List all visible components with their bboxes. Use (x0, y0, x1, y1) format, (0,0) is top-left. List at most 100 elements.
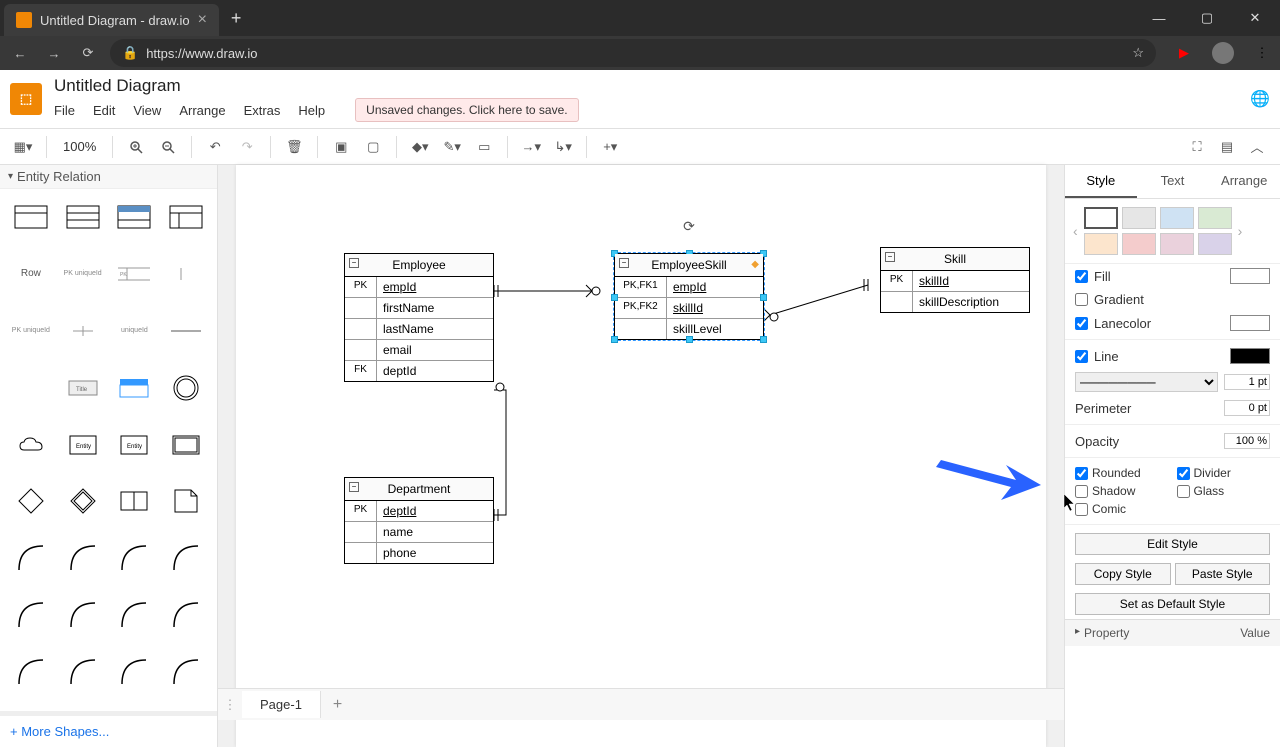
redo-icon[interactable]: ↷ (234, 134, 260, 160)
shape-conn-5[interactable] (8, 595, 54, 635)
format-panel-icon[interactable]: ▤ (1214, 134, 1240, 160)
close-tab-icon[interactable]: × (198, 11, 207, 29)
shape-line-1[interactable] (163, 311, 209, 351)
canvas-area[interactable]: −Employee PKempId firstName lastName ema… (218, 165, 1064, 747)
comic-checkbox[interactable] (1075, 503, 1088, 516)
swatch-1[interactable] (1122, 207, 1156, 229)
to-back-icon[interactable]: ▢ (360, 134, 386, 160)
collapse-icon[interactable]: − (349, 482, 359, 492)
property-value-header[interactable]: PropertyValue (1065, 619, 1280, 646)
browser-tab[interactable]: Untitled Diagram - draw.io × (4, 4, 219, 36)
fill-color[interactable] (1230, 268, 1270, 284)
shape-pk-row-2[interactable]: PK (112, 254, 158, 294)
new-tab-button[interactable]: + (219, 8, 254, 29)
rotate-handle-icon[interactable]: ⟳ (683, 218, 695, 235)
shape-diamond-2[interactable] (60, 481, 106, 521)
shape-conn-2[interactable] (60, 538, 106, 578)
delete-icon[interactable]: 🗑 (281, 134, 307, 160)
profile-avatar[interactable] (1212, 42, 1234, 64)
shape-pk-row[interactable]: PK uniqueId (60, 254, 106, 294)
divider-checkbox[interactable] (1177, 467, 1190, 480)
shape-conn-4[interactable] (163, 538, 209, 578)
swatch-prev-icon[interactable]: ‹ (1071, 223, 1080, 239)
table-employeeskill[interactable]: ⟳ −EmployeeSkill◆ PK,FK1empId PK,FK2skil… (614, 253, 764, 340)
fill-color-icon[interactable]: ◆▾ (407, 134, 433, 160)
collapse-icon[interactable]: − (349, 258, 359, 268)
perimeter-input[interactable] (1224, 400, 1270, 416)
swatch-6[interactable] (1160, 233, 1194, 255)
shape-row-5[interactable]: uniqueId (112, 311, 158, 351)
opacity-input[interactable] (1224, 433, 1270, 449)
edit-style-button[interactable]: Edit Style (1075, 533, 1270, 555)
shape-title-blue[interactable] (112, 368, 158, 408)
shadow-icon[interactable]: ▭ (471, 134, 497, 160)
line-width-input[interactable] (1224, 374, 1270, 390)
tab-arrange[interactable]: Arrange (1208, 165, 1280, 198)
shape-table-2[interactable] (60, 197, 106, 237)
page-tab-1[interactable]: Page-1 (242, 691, 321, 718)
swatch-next-icon[interactable]: › (1236, 223, 1245, 239)
shape-row-label[interactable]: Row (8, 254, 54, 294)
connection-icon[interactable]: →▾ (518, 134, 544, 160)
window-maximize-icon[interactable]: ▢ (1186, 2, 1228, 34)
shape-multi-1[interactable] (112, 481, 158, 521)
shape-empty-1[interactable] (8, 368, 54, 408)
star-icon[interactable]: ☆ (1132, 45, 1144, 61)
shape-table-3[interactable] (112, 197, 158, 237)
shape-conn-6[interactable] (60, 595, 106, 635)
swatch-7[interactable] (1198, 233, 1232, 255)
shape-conn-3[interactable] (112, 538, 158, 578)
add-page-button[interactable]: + (321, 696, 354, 714)
fill-checkbox[interactable] (1075, 270, 1088, 283)
undo-icon[interactable]: ↶ (202, 134, 228, 160)
shape-table-4[interactable] (163, 197, 209, 237)
shape-conn-7[interactable] (112, 595, 158, 635)
shape-entity-3[interactable] (163, 425, 209, 465)
line-color-icon[interactable]: ✎▾ (439, 134, 465, 160)
waypoint-icon[interactable]: ↳▾ (550, 134, 576, 160)
sidebar-section-title[interactable]: Entity Relation (0, 165, 217, 189)
shape-table-1[interactable] (8, 197, 54, 237)
shape-conn-9[interactable] (8, 652, 54, 692)
copy-style-button[interactable]: Copy Style (1075, 563, 1171, 585)
extension-youtube-icon[interactable]: ▶ (1174, 43, 1194, 63)
fullscreen-icon[interactable]: ⛶ (1184, 134, 1210, 160)
lanecolor-checkbox[interactable] (1075, 317, 1088, 330)
page-menu-icon[interactable]: ⋮ (218, 697, 242, 713)
shape-conn-1[interactable] (8, 538, 54, 578)
shape-conn-11[interactable] (112, 652, 158, 692)
swatch-2[interactable] (1160, 207, 1194, 229)
line-checkbox[interactable] (1075, 350, 1088, 363)
shape-conn-10[interactable] (60, 652, 106, 692)
shape-entity-2[interactable]: Entity (112, 425, 158, 465)
zoom-out-icon[interactable] (155, 134, 181, 160)
tab-style[interactable]: Style (1065, 165, 1137, 198)
shape-entity-1[interactable]: Entity (60, 425, 106, 465)
browser-menu-icon[interactable]: ⋮ (1252, 43, 1272, 63)
tab-text[interactable]: Text (1137, 165, 1209, 198)
shape-note[interactable] (163, 481, 209, 521)
shape-conn-12[interactable] (163, 652, 209, 692)
shape-divider-1[interactable] (163, 254, 209, 294)
zoom-in-icon[interactable] (123, 134, 149, 160)
lanecolor-color[interactable] (1230, 315, 1270, 331)
line-style-select[interactable]: ──────── (1075, 372, 1218, 392)
collapse-icon[interactable]: − (885, 252, 895, 262)
zoom-level[interactable]: 100% (57, 139, 102, 154)
line-color[interactable] (1230, 348, 1270, 364)
table-employee[interactable]: −Employee PKempId firstName lastName ema… (344, 253, 494, 382)
window-close-icon[interactable]: ✕ (1234, 2, 1276, 34)
view-menu-button[interactable]: ▦▾ (10, 134, 36, 160)
unsaved-warning[interactable]: Unsaved changes. Click here to save. (355, 98, 578, 122)
swatch-3[interactable] (1198, 207, 1232, 229)
to-front-icon[interactable]: ▣ (328, 134, 354, 160)
document-title[interactable]: Untitled Diagram (54, 76, 1250, 96)
gradient-checkbox[interactable] (1075, 293, 1088, 306)
swatch-4[interactable] (1084, 233, 1118, 255)
language-icon[interactable]: 🌐 (1250, 89, 1270, 109)
collapse-icon[interactable]: − (619, 258, 629, 268)
forward-icon[interactable]: → (42, 41, 66, 65)
paste-style-button[interactable]: Paste Style (1175, 563, 1271, 585)
shape-title-box[interactable]: Title (60, 368, 106, 408)
table-department[interactable]: −Department PKdeptId name phone (344, 477, 494, 564)
